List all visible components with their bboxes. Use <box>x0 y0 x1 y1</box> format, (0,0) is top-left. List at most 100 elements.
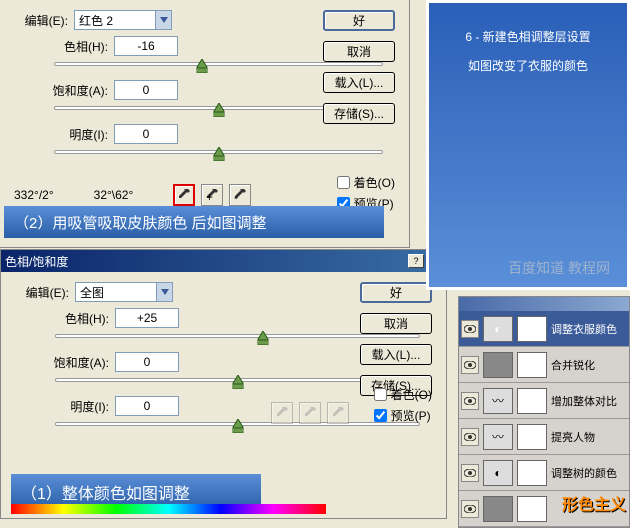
layer-name: 调整树的颜色 <box>551 465 627 481</box>
eyedropper-minus-icon <box>327 402 349 424</box>
visibility-icon[interactable] <box>461 356 479 374</box>
slider-thumb-icon[interactable] <box>257 331 268 345</box>
edit-label: 编辑(E): <box>14 12 74 29</box>
light-label: 明度(I): <box>15 398 115 415</box>
svg-text:-: - <box>234 190 238 202</box>
edit-combo[interactable] <box>74 10 172 30</box>
cancel-button[interactable]: 取消 <box>323 41 395 62</box>
colorize-check[interactable]: 着色(O) <box>337 174 395 191</box>
button-column: 好 取消 载入(L)... 存储(S)... <box>323 10 395 130</box>
eyedropper-plus-icon <box>299 402 321 424</box>
visibility-icon[interactable] <box>461 392 479 410</box>
eyedropper-icon[interactable] <box>173 184 195 206</box>
chevron-down-icon[interactable] <box>155 11 171 29</box>
layer-thumbnail[interactable]: ◐ <box>483 316 513 342</box>
preview-check[interactable]: 预览(P) <box>374 407 432 424</box>
layer-mask-thumbnail[interactable] <box>517 460 547 486</box>
svg-text:+: + <box>206 190 213 202</box>
layer-name: 增加整体对比 <box>551 393 627 409</box>
help-icon[interactable]: ? <box>408 254 424 268</box>
layers-header[interactable] <box>459 297 629 311</box>
slider-thumb-icon[interactable] <box>232 375 243 389</box>
colorize-checkbox[interactable] <box>374 388 387 401</box>
dialog-content: 编辑(E): 色相(H): 饱和度(A): 明度(I): <box>1 272 446 446</box>
hue-input[interactable] <box>114 36 178 56</box>
degree-left: 332°/2° <box>14 188 54 202</box>
slider-thumb-icon[interactable] <box>197 59 208 73</box>
colorize-checkbox[interactable] <box>337 176 350 189</box>
colorize-check[interactable]: 着色(O) <box>374 386 432 403</box>
slider-thumb-icon[interactable] <box>213 147 224 161</box>
layer-mask-thumbnail[interactable] <box>517 424 547 450</box>
edit-combo-input[interactable] <box>76 283 156 301</box>
hue-label: 色相(H): <box>14 38 114 55</box>
visibility-icon[interactable] <box>461 428 479 446</box>
layer-item[interactable]: ◐调整衣服颜色 <box>459 311 629 347</box>
banner-line2: 如图改变了衣服的颜色 <box>439 52 617 81</box>
preview-label: 预览(P) <box>391 407 431 424</box>
titlebar[interactable]: 色相/饱和度 ? ✕ <box>1 250 446 272</box>
hue-input[interactable] <box>115 308 179 328</box>
save-button[interactable]: 存储(S)... <box>323 103 395 124</box>
eyedropper-group <box>271 402 349 424</box>
layer-mask-thumbnail[interactable] <box>517 496 547 522</box>
hue-label: 色相(H): <box>15 310 115 327</box>
light-label: 明度(I): <box>14 126 114 143</box>
layer-thumbnail[interactable]: 〰 <box>483 424 513 450</box>
layer-thumbnail[interactable] <box>483 496 513 522</box>
cancel-button[interactable]: 取消 <box>360 313 432 334</box>
layer-mask-thumbnail[interactable] <box>517 388 547 414</box>
layer-item[interactable]: 合并锐化 <box>459 347 629 383</box>
logo: 形色主义 <box>562 491 626 515</box>
edit-combo[interactable] <box>75 282 173 302</box>
banner-line1: 6 - 新建色相调整层设置 <box>439 23 617 52</box>
visibility-icon[interactable] <box>461 464 479 482</box>
caption-step2: （2）用吸管吸取皮肤颜色 后如图调整 <box>4 206 384 238</box>
checkbox-group: 着色(O) 预览(P) <box>374 386 432 428</box>
eyedropper-plus-icon[interactable]: + <box>201 184 223 206</box>
hue-sat-dialog-red: 编辑(E): 色相(H): 饱和度(A): 明度(I): <box>0 0 410 248</box>
layer-mask-thumbnail[interactable] <box>517 352 547 378</box>
layer-item[interactable]: ◐ 调整树的颜色 <box>459 455 629 491</box>
sat-label: 饱和度(A): <box>14 82 114 99</box>
sat-label: 饱和度(A): <box>15 354 115 371</box>
eyedropper-group: + - <box>173 184 251 206</box>
visibility-icon[interactable] <box>461 500 479 518</box>
edit-combo-input[interactable] <box>75 11 155 29</box>
load-button[interactable]: 载入(L)... <box>323 72 395 93</box>
dialog-title: 色相/饱和度 <box>5 253 68 270</box>
hue-spectrum-bar <box>11 504 326 514</box>
sat-input[interactable] <box>114 80 178 100</box>
load-button[interactable]: 载入(L)... <box>360 344 432 365</box>
layer-name: 合并锐化 <box>551 357 627 373</box>
layer-thumbnail[interactable] <box>483 352 513 378</box>
colorize-label: 着色(O) <box>391 386 432 403</box>
layer-thumbnail[interactable]: 〰 <box>483 388 513 414</box>
layer-thumbnail[interactable]: ◐ <box>483 460 513 486</box>
degree-right: 32°\62° <box>94 188 134 202</box>
slider-thumb-icon[interactable] <box>232 419 243 433</box>
light-slider[interactable] <box>54 150 383 154</box>
visibility-icon[interactable] <box>461 320 479 338</box>
eyedropper-icon <box>271 402 293 424</box>
slider-thumb-icon[interactable] <box>213 103 224 117</box>
ok-button[interactable]: 好 <box>360 282 432 303</box>
light-input[interactable] <box>115 396 179 416</box>
watermark: 百度知道 教程网 <box>508 258 610 278</box>
edit-label: 编辑(E): <box>15 284 75 301</box>
layer-item[interactable]: 〰 提亮人物 <box>459 419 629 455</box>
light-input[interactable] <box>114 124 178 144</box>
ok-button[interactable]: 好 <box>323 10 395 31</box>
colorize-label: 着色(O) <box>354 174 395 191</box>
layer-item[interactable]: 〰 增加整体对比 <box>459 383 629 419</box>
preview-checkbox[interactable] <box>374 409 387 422</box>
hue-sat-dialog-master: 色相/饱和度 ? ✕ 编辑(E): 色相(H): 饱和度(A): <box>0 249 447 519</box>
dialog-content: 编辑(E): 色相(H): 饱和度(A): 明度(I): <box>0 0 409 174</box>
light-slider[interactable] <box>55 422 420 426</box>
instruction-banner: 6 - 新建色相调整层设置 如图改变了衣服的颜色 <box>426 0 630 290</box>
eyedropper-minus-icon[interactable]: - <box>229 184 251 206</box>
layer-mask-thumbnail[interactable] <box>517 316 547 342</box>
layer-name: 提亮人物 <box>551 429 627 445</box>
sat-input[interactable] <box>115 352 179 372</box>
chevron-down-icon[interactable] <box>156 283 172 301</box>
